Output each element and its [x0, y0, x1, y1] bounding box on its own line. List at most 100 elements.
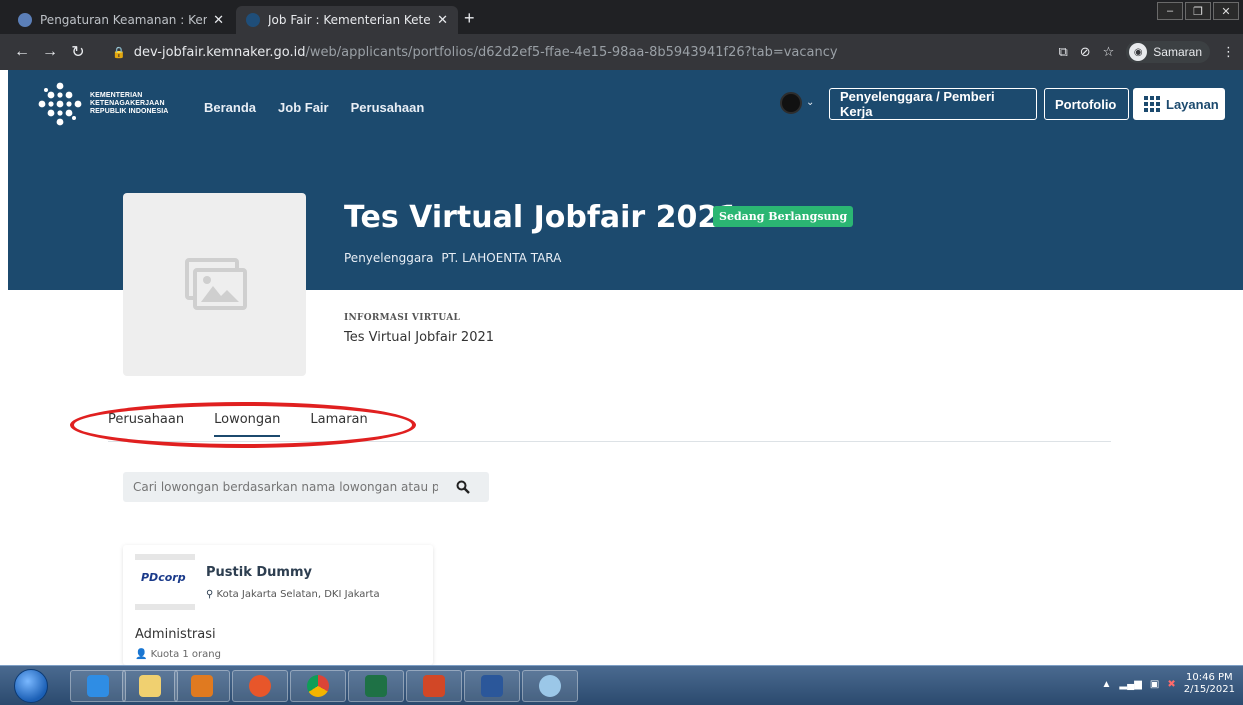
excel-icon [365, 675, 387, 697]
quota: 👤 Kuota 1 orang [135, 649, 221, 660]
close-window-icon[interactable]: ✕ [1213, 2, 1239, 20]
main-nav: Beranda Job Fair Perusahaan [204, 100, 424, 115]
status-badge: Sedang Berlangsung [713, 206, 854, 227]
firefox-icon [249, 675, 271, 697]
chrome-icon [307, 675, 329, 697]
logo-text: KEMENTERIAN KETENAGAKERJAAN REPUBLIK IND… [90, 92, 168, 116]
taskbar-ie[interactable] [70, 670, 126, 702]
info-label: INFORMASI VIRTUAL [344, 313, 461, 323]
user-icon: 👤 [135, 649, 148, 660]
tab-title: Pengaturan Keamanan : Kemente [40, 13, 207, 27]
company-logo: PDcorp [141, 571, 186, 584]
profile-label: Samaran [1153, 45, 1202, 59]
search-icon[interactable] [448, 472, 478, 502]
logo-frame-top [135, 554, 195, 560]
browser-tab-security[interactable]: Pengaturan Keamanan : Kemente ✕ [8, 6, 234, 34]
nav-job-fair[interactable]: Job Fair [278, 100, 329, 115]
incognito-icon: ◉ [1129, 43, 1148, 61]
back-arrow-icon[interactable]: ← [8, 43, 36, 61]
close-icon[interactable]: ✕ [213, 13, 224, 28]
user-avatar[interactable] [780, 92, 802, 114]
translate-icon[interactable]: ⧉ [1058, 44, 1067, 60]
organizer-name: PT. LAHOENTA TARA [441, 251, 562, 265]
event-title: Tes Virtual Jobfair 2021 [344, 200, 740, 235]
restore-icon[interactable]: ❐ [1185, 2, 1211, 20]
taskbar-firefox[interactable] [232, 670, 288, 702]
location-text: Kota Jakarta Selatan, DKI Jakarta [216, 589, 380, 600]
word-icon [481, 675, 503, 697]
network-signal-icon[interactable]: ▂▄▆ [1119, 679, 1141, 690]
taskbar-explorer[interactable] [122, 670, 178, 702]
lock-icon: 🔒 [112, 45, 126, 59]
logo-line: KETENAGAKERJAAN [90, 100, 165, 107]
image-placeholder-icon [184, 257, 247, 310]
layanan-button[interactable]: Layanan [1133, 88, 1225, 120]
nav-perusahaan[interactable]: Perusahaan [351, 100, 425, 115]
taskbar-chrome[interactable] [290, 670, 346, 702]
forward-arrow-icon[interactable]: → [36, 43, 64, 61]
info-value: Tes Virtual Jobfair 2021 [344, 330, 495, 345]
start-button[interactable] [14, 669, 48, 703]
taskbar-word[interactable] [464, 670, 520, 702]
ie-icon [87, 675, 109, 697]
tab-title: Job Fair : Kementerian Ketenagak [268, 13, 431, 27]
clock-date: 2/15/2021 [1183, 684, 1235, 695]
taskbar-excel[interactable] [348, 670, 404, 702]
portofolio-button[interactable]: Portofolio [1044, 88, 1129, 120]
browser-toolbar: ← → ↻ 🔒 dev-jobfair.kemnaker.go.id /web/… [0, 34, 1243, 70]
logo-frame-bottom [135, 604, 195, 610]
site-favicon-icon [18, 13, 32, 27]
folder-icon [139, 675, 161, 697]
search-input[interactable] [123, 473, 448, 501]
browser-tab-jobfair[interactable]: Job Fair : Kementerian Ketenagak ✕ [236, 6, 458, 34]
vacancy-search [123, 472, 489, 502]
url-path: /web/applicants/portfolios/d62d2ef5-ffae… [305, 44, 838, 60]
quota-text: Kuota 1 orang [150, 649, 221, 660]
map-pin-icon: ⚲ [206, 589, 214, 600]
incognito-profile-button[interactable]: ◉ Samaran [1126, 41, 1210, 63]
media-icon [191, 675, 213, 697]
nav-beranda[interactable]: Beranda [204, 100, 256, 115]
company-location: ⚲ Kota Jakarta Selatan, DKI Jakarta [206, 589, 380, 600]
kemnaker-logo-icon [38, 82, 82, 126]
taskbar-media[interactable] [174, 670, 230, 702]
loading-favicon-icon [246, 13, 260, 27]
toolbar-actions: ⧉ ⊘ ☆ ◉ Samaran ⋮ [1058, 41, 1235, 63]
close-icon[interactable]: ✕ [437, 13, 448, 28]
penyelenggara-button[interactable]: Penyelenggara / Pemberi Kerja [829, 88, 1037, 120]
event-image-placeholder [123, 193, 306, 376]
new-tab-icon[interactable]: + [464, 9, 475, 27]
reload-icon[interactable]: ↻ [64, 42, 92, 62]
layanan-label: Layanan [1166, 96, 1219, 112]
annotation-ellipse [70, 402, 416, 448]
system-clock[interactable]: 10:46 PM 2/15/2021 [1184, 672, 1235, 696]
grid-menu-icon [1144, 96, 1160, 112]
organizer-line: Penyelenggara PT. LAHOENTA TARA [344, 251, 561, 265]
tracking-off-icon[interactable]: ⊘ [1080, 44, 1091, 60]
powerpoint-icon [423, 675, 445, 697]
volume-muted-icon[interactable]: ✖ [1167, 679, 1175, 690]
os-taskbar: ▲ ▂▄▆ ▣ ✖ 10:46 PM 2/15/2021 [0, 665, 1243, 705]
organizer-label: Penyelenggara [344, 251, 434, 265]
menu-kebab-icon[interactable]: ⋮ [1222, 44, 1235, 60]
logo-line: KEMENTERIAN [90, 92, 143, 99]
taskbar-powerpoint[interactable] [406, 670, 462, 702]
paint-icon [539, 675, 561, 697]
clock-time: 10:46 PM [1186, 672, 1233, 683]
window-controls: – ❐ ✕ [1155, 2, 1239, 20]
minimize-icon[interactable]: – [1157, 2, 1183, 20]
taskbar-paint[interactable] [522, 670, 578, 702]
address-bar[interactable]: 🔒 dev-jobfair.kemnaker.go.id /web/applic… [112, 38, 992, 66]
kemnaker-logo[interactable]: KEMENTERIAN KETENAGAKERJAAN REPUBLIK IND… [36, 80, 168, 128]
show-hidden-icon[interactable]: ▲ [1102, 679, 1112, 690]
job-title: Administrasi [135, 627, 216, 642]
browser-tab-strip: Pengaturan Keamanan : Kemente ✕ Job Fair… [0, 0, 1243, 34]
url-domain: dev-jobfair.kemnaker.go.id [133, 44, 306, 60]
chevron-down-icon[interactable]: ⌄ [806, 97, 814, 108]
vacancy-card[interactable]: PDcorp Pustik Dummy ⚲ Kota Jakarta Selat… [123, 545, 433, 665]
system-tray: ▲ ▂▄▆ ▣ ✖ 10:46 PM 2/15/2021 [1102, 672, 1236, 696]
bookmark-star-icon[interactable]: ☆ [1103, 44, 1115, 60]
network-icon[interactable]: ▣ [1150, 679, 1159, 690]
company-name: Pustik Dummy [206, 565, 312, 580]
logo-line: REPUBLIK INDONESIA [90, 108, 169, 115]
